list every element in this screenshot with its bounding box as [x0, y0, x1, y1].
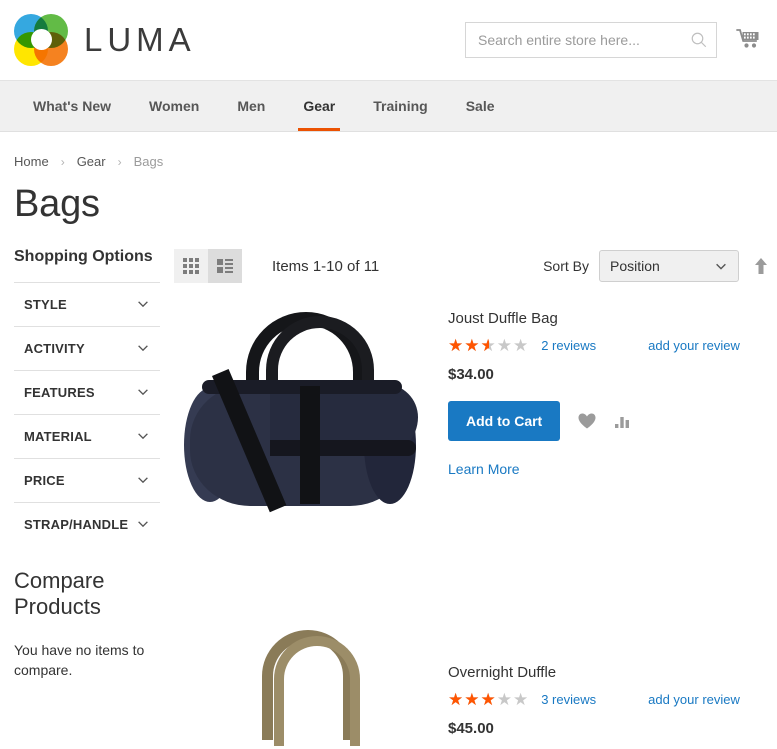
- search-input[interactable]: [478, 32, 690, 48]
- product-toolbar: Items 1-10 of 11 Sort By Position: [174, 248, 777, 284]
- breadcrumb-separator: ›: [117, 154, 122, 169]
- add-to-compare-button[interactable]: [614, 413, 632, 429]
- compare-products-empty-text: You have no items to compare.: [14, 642, 145, 678]
- brand-name: LUMA: [84, 21, 196, 58]
- breadcrumb: Home › Gear › Bags: [0, 132, 777, 169]
- product-name[interactable]: Joust Duffle Bag: [448, 310, 777, 327]
- filter-label: MATERIAL: [24, 429, 92, 444]
- shopping-cart-icon[interactable]: [735, 26, 763, 54]
- sort-by-value: Position: [610, 258, 660, 274]
- search-box[interactable]: [465, 22, 717, 58]
- add-review-link[interactable]: add your review: [648, 692, 740, 707]
- product-rating: ★★★★★ ★★★★★ 2 reviews add your review: [448, 337, 777, 354]
- product-name[interactable]: Overnight Duffle: [448, 664, 777, 681]
- filter-style[interactable]: STYLE: [14, 282, 160, 326]
- grid-view-icon: [183, 258, 199, 274]
- product-list-area: Items 1-10 of 11 Sort By Position Joust …: [160, 248, 777, 749]
- breadcrumb-bags: Bags: [133, 154, 164, 169]
- filter-label: PRICE: [24, 473, 65, 488]
- filter-label: ACTIVITY: [24, 341, 85, 356]
- item-count: Items 1-10 of 11: [272, 257, 380, 275]
- filter-features[interactable]: FEATURES: [14, 370, 160, 414]
- product-item: Joust Duffle Bag ★★★★★ ★★★★★ 2 reviews a…: [174, 298, 777, 588]
- site-header: LUMA: [0, 0, 777, 80]
- product-list: Joust Duffle Bag ★★★★★ ★★★★★ 2 reviews a…: [174, 298, 777, 749]
- page-content: Shopping Options STYLE ACTIVITY FEATURES…: [0, 226, 777, 749]
- filter-activity[interactable]: ACTIVITY: [14, 326, 160, 370]
- product-price: $45.00: [448, 720, 494, 737]
- product-actions: Add to Cart: [448, 401, 777, 441]
- breadcrumb-gear[interactable]: Gear: [77, 154, 106, 169]
- product-rating: ★★★★★ ★★★★★ 3 reviews add your review: [448, 691, 777, 708]
- chevron-down-icon[interactable]: [136, 297, 150, 311]
- add-to-cart-button[interactable]: Add to Cart: [448, 401, 561, 441]
- filter-label: FEATURES: [24, 385, 95, 400]
- chevron-down-icon[interactable]: [136, 429, 150, 443]
- product-price: $34.00: [448, 366, 494, 383]
- chevron-down-icon[interactable]: [136, 385, 150, 399]
- star-rating: ★★★★★ ★★★★★: [448, 337, 529, 354]
- product-image[interactable]: [174, 606, 434, 749]
- search-icon[interactable]: [690, 31, 708, 49]
- star-rating: ★★★★★ ★★★★★: [448, 691, 529, 708]
- product-info: Joust Duffle Bag ★★★★★ ★★★★★ 2 reviews a…: [434, 298, 777, 477]
- nav-item-men[interactable]: Men: [218, 81, 284, 131]
- sort-controls: Sort By Position: [543, 250, 777, 282]
- chevron-down-icon[interactable]: [136, 473, 150, 487]
- filter-strap-handle[interactable]: STRAP/HANDLE: [14, 502, 160, 546]
- learn-more-link[interactable]: Learn More: [448, 461, 777, 477]
- filter-label: STRAP/HANDLE: [24, 517, 129, 532]
- reviews-link[interactable]: 2 reviews: [541, 338, 596, 353]
- nav-item-women[interactable]: Women: [130, 81, 218, 131]
- breadcrumb-home[interactable]: Home: [14, 154, 49, 169]
- compare-bars-icon: [615, 417, 630, 428]
- logo[interactable]: LUMA: [14, 14, 196, 66]
- stars-filled: ★★★★★: [448, 337, 489, 354]
- list-view-icon: [217, 259, 233, 273]
- chevron-down-icon[interactable]: [136, 517, 150, 531]
- main-navigation: What's New Women Men Gear Training Sale: [0, 80, 777, 132]
- filter-material[interactable]: MATERIAL: [14, 414, 160, 458]
- breadcrumb-separator: ›: [60, 154, 65, 169]
- page-title: Bags: [14, 183, 100, 225]
- logo-center-hole: [31, 29, 52, 50]
- add-review-link[interactable]: add your review: [648, 338, 740, 353]
- stars-filled: ★★★★★: [448, 691, 497, 708]
- chevron-down-icon: [716, 263, 726, 270]
- nav-item-whats-new[interactable]: What's New: [14, 81, 130, 131]
- bag-strap-right: [300, 386, 320, 504]
- reviews-link[interactable]: 3 reviews: [541, 692, 596, 707]
- product-info: Overnight Duffle ★★★★★ ★★★★★ 3 reviews a…: [434, 606, 777, 749]
- sort-by-label: Sort By: [543, 258, 589, 274]
- chevron-down-icon[interactable]: [136, 341, 150, 355]
- filter-price[interactable]: PRICE: [14, 458, 160, 502]
- nav-item-sale[interactable]: Sale: [447, 81, 514, 131]
- list-view-button[interactable]: [208, 249, 242, 283]
- add-to-wishlist-button[interactable]: [578, 413, 596, 429]
- luma-logo-icon: [14, 14, 70, 66]
- sort-by-select[interactable]: Position: [599, 250, 739, 282]
- shopping-options-title: Shopping Options: [14, 248, 153, 265]
- heart-icon: [578, 413, 596, 429]
- bag-handle-front: [274, 636, 360, 746]
- grid-view-button[interactable]: [174, 249, 208, 283]
- filter-label: STYLE: [24, 297, 67, 312]
- nav-item-training[interactable]: Training: [354, 81, 446, 131]
- view-mode-switcher: [174, 249, 242, 283]
- nav-item-gear[interactable]: Gear: [284, 81, 354, 131]
- product-image[interactable]: [174, 298, 434, 588]
- sidebar: Shopping Options STYLE ACTIVITY FEATURES…: [0, 248, 160, 749]
- compare-products-title: Compare Products: [14, 568, 105, 619]
- sort-direction-ascending-icon[interactable]: [753, 256, 769, 276]
- bag-bottom-trim: [270, 440, 416, 456]
- product-item: Overnight Duffle ★★★★★ ★★★★★ 3 reviews a…: [174, 606, 777, 749]
- header-actions: [465, 22, 763, 58]
